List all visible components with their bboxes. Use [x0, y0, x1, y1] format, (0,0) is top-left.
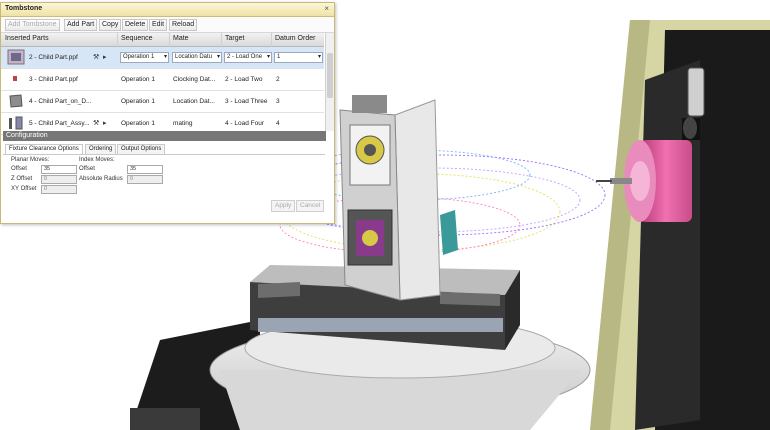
cancel-button[interactable]: Cancel [296, 200, 325, 212]
dropdown-arrow-icon: ▾ [216, 54, 220, 60]
table-row[interactable]: 3 - Child Part.ppf Operation 1 Clocking … [1, 69, 324, 91]
planar-moves-label: Planar Moves: [11, 157, 50, 163]
apply-button[interactable]: Apply [271, 200, 296, 212]
table-row[interactable]: 4 - Child Part_on_D... Operation 1 Locat… [1, 91, 324, 113]
index-moves-label: Index Moves: [79, 157, 115, 163]
config-tabs: Fixture Clearance Options Ordering Outpu… [3, 143, 325, 155]
delete-button[interactable]: Delete [122, 19, 149, 31]
datum-order-value[interactable]: 2 [276, 76, 280, 83]
sequence-value[interactable]: Operation 1 [121, 120, 155, 127]
grid-header: Inserted Parts Sequence Mate Target Datu… [1, 33, 324, 47]
part-thumbnail [9, 116, 23, 130]
sequence-value[interactable]: Operation 1 [121, 76, 155, 83]
part-thumbnail [13, 76, 17, 81]
sequence-select[interactable]: Operation 1 ▾ [120, 52, 169, 63]
col-inserted-parts[interactable]: Inserted Parts [5, 35, 49, 42]
dialog-title: Tombstone [5, 5, 43, 12]
dialog-titlebar: Tombstone × [1, 3, 334, 17]
col-target[interactable]: Target [225, 35, 244, 42]
dropdown-arrow-icon: ▾ [266, 54, 270, 60]
tab-fixture-clearance[interactable]: Fixture Clearance Options [5, 144, 83, 154]
mate-value[interactable]: mating [173, 120, 193, 127]
target-value[interactable]: 4 - Load Four [225, 120, 264, 127]
index-offset-label: Offset [79, 166, 95, 172]
mate-value[interactable]: Location Dat... [173, 98, 215, 105]
part-name: 2 - Child Part.ppf [29, 54, 78, 61]
copy-button[interactable]: Copy [99, 19, 122, 31]
absolute-radius-input[interactable]: 0 [127, 175, 163, 184]
grid-scrollbar[interactable] [325, 33, 334, 131]
z-offset-label: Z Offset [11, 176, 33, 182]
index-offset-input[interactable]: 35 [127, 165, 163, 174]
edit-button[interactable]: Edit [149, 19, 168, 31]
xy-offset-input[interactable]: 0 [41, 185, 77, 194]
part-name: 3 - Child Part.ppf [29, 76, 78, 83]
clamp-icon[interactable]: ⚒ [93, 119, 99, 127]
datum-order-select[interactable]: 1 ▾ [274, 52, 323, 63]
toolbar: Add Tombstone Add Part Copy Delete Edit … [1, 17, 334, 33]
machine-column [590, 20, 770, 430]
col-sequence[interactable]: Sequence [121, 35, 153, 42]
mate-value[interactable]: Clocking Dat... [173, 76, 215, 83]
absolute-radius-label: Absolute Radius [79, 176, 123, 182]
dropdown-arrow-icon: ▾ [163, 54, 167, 60]
tab-ordering[interactable]: Ordering [85, 144, 117, 154]
add-tombstone-button[interactable]: Add Tombstone [5, 19, 60, 31]
col-mate[interactable]: Mate [173, 35, 189, 42]
target-select[interactable]: 2 - Load One ▾ [224, 52, 272, 63]
part-name: 5 - Child Part_Assy... [29, 120, 90, 127]
arrow-right-icon[interactable]: ▸ [103, 53, 107, 61]
mate-select[interactable]: Location Datu ▾ [172, 52, 222, 63]
part-thumbnail [9, 94, 23, 108]
datum-order-value[interactable]: 3 [276, 98, 280, 105]
add-part-button[interactable]: Add Part [64, 19, 98, 31]
reload-button[interactable]: Reload [169, 19, 198, 31]
xy-offset-label: XY Offset [11, 186, 37, 192]
datum-order-value[interactable]: 4 [276, 120, 280, 127]
z-offset-input[interactable]: 0 [41, 175, 77, 184]
part-thumbnail [7, 49, 25, 65]
arrow-right-icon[interactable]: ▸ [103, 119, 107, 127]
sequence-value[interactable]: Operation 1 [121, 98, 155, 105]
tombstone-dialog: Tombstone × Add Tombstone Add Part Copy … [0, 2, 335, 224]
target-value[interactable]: 2 - Load Two [225, 76, 262, 83]
tab-output-options[interactable]: Output Options [117, 144, 166, 154]
close-icon[interactable]: × [324, 4, 329, 13]
clamp-icon[interactable]: ⚒ [93, 53, 99, 61]
table-row[interactable]: 2 - Child Part.ppf ⚒ ▸ Operation 1 ▾ Loca… [1, 47, 324, 69]
part-name: 4 - Child Part_on_D... [29, 98, 92, 105]
col-datum-order[interactable]: Datum Order [275, 35, 315, 42]
offset-input[interactable]: 35 [41, 165, 77, 174]
spindle [596, 140, 692, 222]
offset-label: Offset [11, 166, 27, 172]
configuration-header: Configuration [3, 131, 326, 141]
target-value[interactable]: 3 - Load Three [225, 98, 268, 105]
dropdown-arrow-icon: ▾ [317, 54, 321, 60]
